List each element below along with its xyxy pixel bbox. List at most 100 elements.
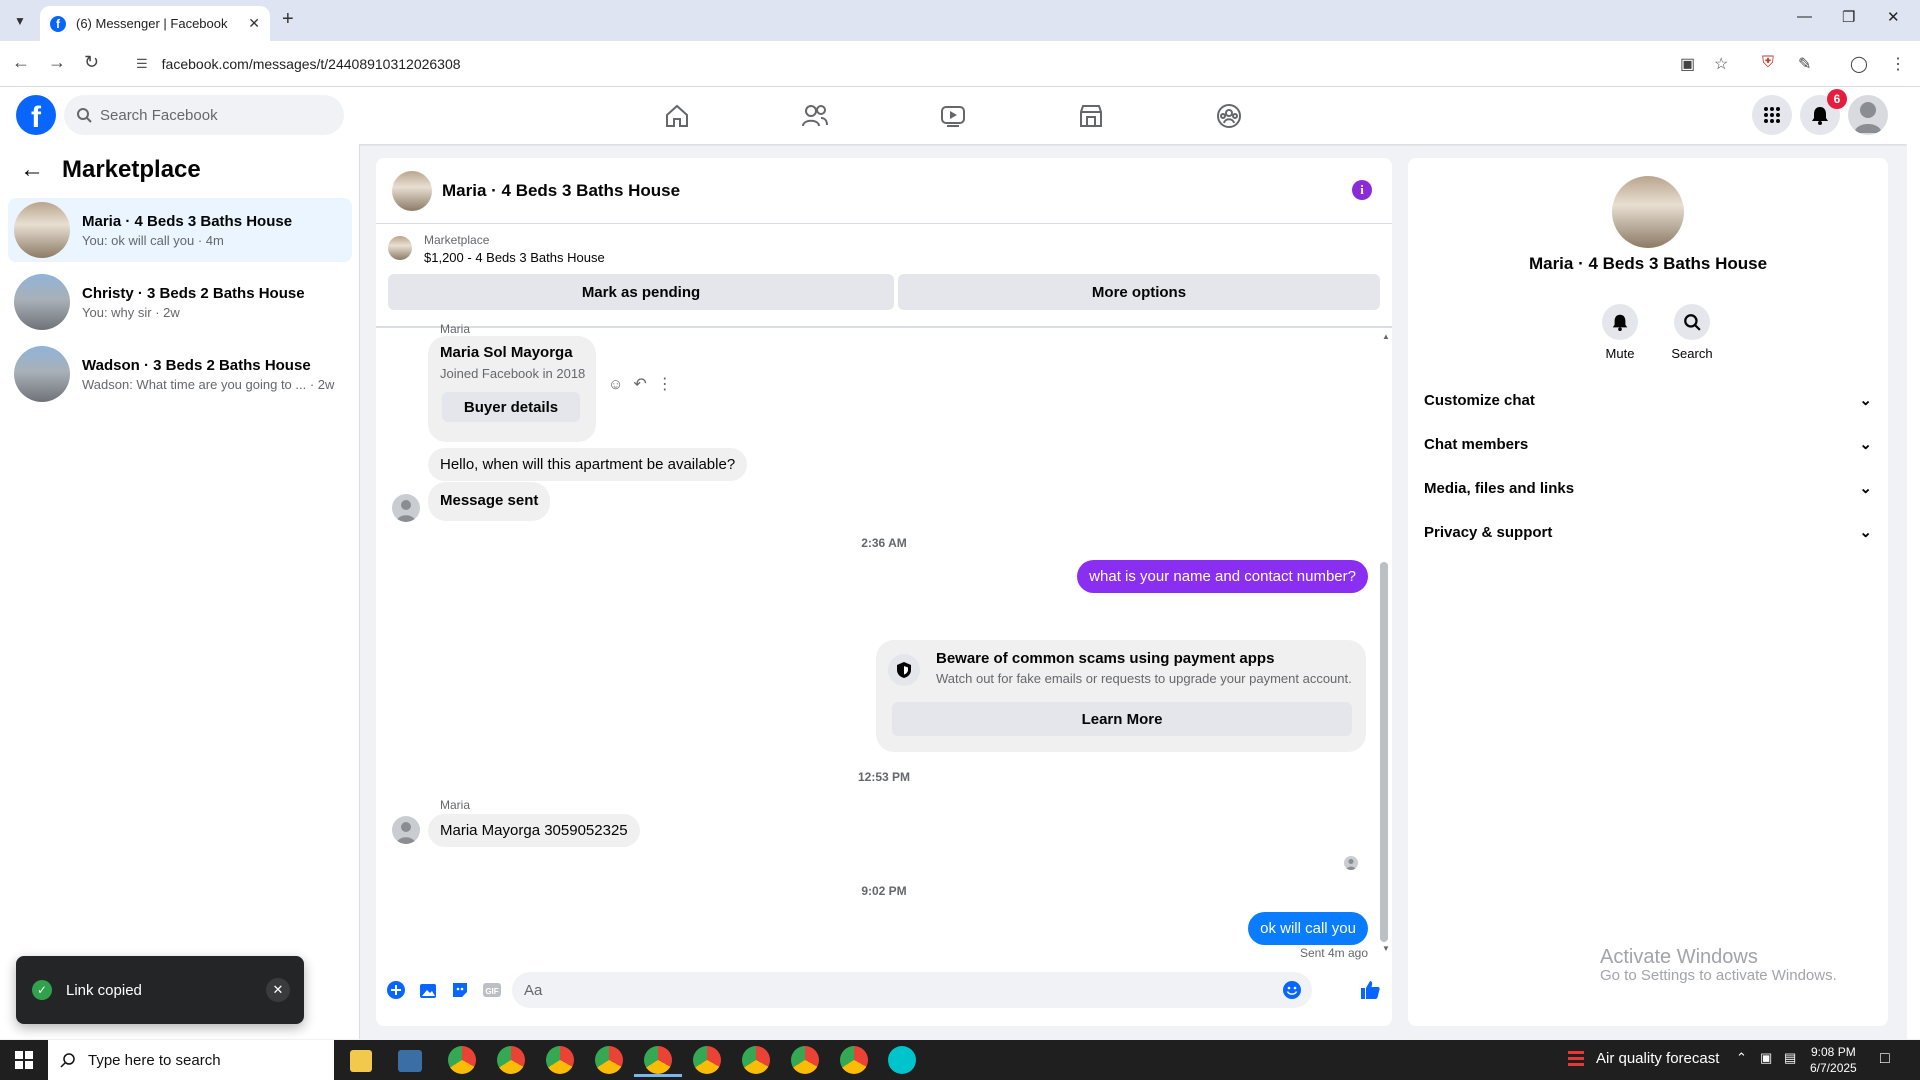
activate-windows-watermark: Activate Windows Go to Settings to activ… xyxy=(1600,946,1837,985)
weather-text[interactable]: Air quality forecast xyxy=(1596,1050,1719,1067)
file-explorer-app-icon[interactable] xyxy=(398,1050,422,1072)
windows-start-icon[interactable] xyxy=(0,1040,48,1080)
taskbar-clock[interactable]: 9:08 PM 6/7/2025 xyxy=(1810,1044,1857,1076)
listing-price[interactable]: $1,200 - 4 Beds 3 Baths House xyxy=(424,250,605,265)
listing-thumbnail xyxy=(14,274,70,330)
marketplace-icon[interactable] xyxy=(1076,101,1106,131)
search-conversation-button[interactable]: Search xyxy=(1662,304,1722,361)
mute-button[interactable]: Mute xyxy=(1590,304,1650,361)
shield-icon xyxy=(888,654,920,686)
facebook-search-input[interactable]: Search Facebook xyxy=(64,95,344,135)
incoming-message: Hello, when will this apartment be avail… xyxy=(428,448,748,481)
ublock-extension-icon[interactable]: ⛨ xyxy=(1762,54,1774,72)
conversation-item-wadson[interactable]: Wadson · 3 Beds 2 Baths House Wadson: Wh… xyxy=(8,342,352,406)
video-icon[interactable] xyxy=(938,101,968,131)
chat-header: Maria · 4 Beds 3 Baths House i xyxy=(376,158,1392,224)
chrome-app-icon[interactable] xyxy=(791,1046,819,1074)
groups-icon[interactable] xyxy=(1214,101,1244,131)
thumbs-up-icon[interactable] xyxy=(1358,978,1382,1002)
friends-icon[interactable] xyxy=(800,101,830,131)
notification-center-icon[interactable]: □ xyxy=(1880,1050,1890,1068)
install-app-icon[interactable]: ▣ xyxy=(1680,54,1695,74)
facebook-logo-icon[interactable]: f xyxy=(16,95,56,135)
chat-members-section[interactable]: Chat members ⌄ xyxy=(1424,426,1876,462)
chevron-down-icon: ⌄ xyxy=(1859,480,1872,497)
browser-tab-messenger[interactable]: f (6) Messenger | Facebook ✕ xyxy=(40,6,270,41)
chrome-app-icon[interactable] xyxy=(546,1046,574,1074)
chrome-app-icon[interactable] xyxy=(595,1046,623,1074)
conversation-snippet: You: why sir · 2w xyxy=(82,304,180,320)
conversation-item-christy[interactable]: Christy · 3 Beds 2 Baths House You: why … xyxy=(8,270,352,334)
chrome-app-icon[interactable] xyxy=(840,1046,868,1074)
chevron-down-icon: ⌄ xyxy=(1859,392,1872,409)
forward-icon[interactable]: → xyxy=(48,52,66,73)
conversation-name: Wadson · 3 Beds 2 Baths House xyxy=(82,356,311,374)
tab-list-icon[interactable]: ▼ xyxy=(8,9,32,33)
reply-icon[interactable]: ↶ xyxy=(633,374,646,394)
home-icon[interactable] xyxy=(662,101,692,131)
device-icon[interactable]: ▣ xyxy=(1760,1050,1772,1066)
gif-icon[interactable]: GIF xyxy=(480,978,504,1002)
canva-app-icon[interactable] xyxy=(888,1046,916,1074)
windows-taskbar: Type here to search Air quality forecast… xyxy=(0,1040,1920,1080)
taskbar-search-input[interactable]: Type here to search xyxy=(48,1040,334,1080)
restore-icon[interactable]: ❐ xyxy=(1842,8,1855,26)
bookmark-star-icon[interactable]: ☆ xyxy=(1714,54,1728,74)
profile-icon[interactable]: ◯ xyxy=(1850,54,1868,74)
weather-icon xyxy=(1566,1048,1586,1073)
back-arrow-icon[interactable]: ← xyxy=(20,156,44,184)
buyer-details-button[interactable]: Buyer details xyxy=(442,392,580,422)
customize-chat-section[interactable]: Customize chat ⌄ xyxy=(1424,382,1876,418)
close-tab-icon[interactable]: ✕ xyxy=(248,15,260,32)
media-files-links-section[interactable]: Media, files and links ⌄ xyxy=(1424,470,1876,506)
conversation-name: Christy · 3 Beds 2 Baths House xyxy=(82,284,305,302)
message-scrollbar[interactable]: ▲ ▼ xyxy=(1380,332,1390,953)
emoji-picker-icon[interactable] xyxy=(1282,980,1302,1004)
sender-avatar xyxy=(392,816,420,844)
chrome-app-icon[interactable] xyxy=(497,1046,525,1074)
page-scrollbar[interactable] xyxy=(1907,87,1920,1039)
close-window-icon[interactable]: ✕ xyxy=(1887,8,1900,26)
learn-more-button[interactable]: Learn More xyxy=(892,702,1352,736)
message-input[interactable]: Aa xyxy=(512,972,1312,1008)
menu-grid-icon[interactable] xyxy=(1752,95,1792,135)
chrome-app-icon-active[interactable] xyxy=(634,1046,682,1077)
chat-listing-thumbnail[interactable] xyxy=(392,170,432,211)
sticker-icon[interactable] xyxy=(448,978,472,1002)
url-bar[interactable]: ☰ facebook.com/messages/t/24408910312026… xyxy=(122,47,1742,81)
browser-menu-icon[interactable]: ⋮ xyxy=(1890,54,1906,74)
scam-warning-card: Beware of common scams using payment app… xyxy=(876,640,1366,752)
network-icon[interactable]: ▤ xyxy=(1784,1050,1796,1066)
more-actions-icon[interactable]: ⋮ xyxy=(657,374,673,394)
chrome-app-icon[interactable] xyxy=(693,1046,721,1074)
chrome-app-icon[interactable] xyxy=(448,1046,476,1074)
react-emoji-icon[interactable]: ☺ xyxy=(608,376,623,393)
new-tab-icon[interactable]: + xyxy=(282,8,294,31)
show-hidden-icons-icon[interactable]: ⌃ xyxy=(1736,1050,1747,1066)
facebook-top-nav: f Search Facebook 6 xyxy=(0,87,1907,144)
conversation-info-icon[interactable]: i xyxy=(1352,180,1372,200)
search-label: Search xyxy=(1671,346,1713,361)
listing-avatar xyxy=(1612,176,1684,248)
mark-as-pending-button[interactable]: Mark as pending xyxy=(388,274,894,310)
site-info-icon[interactable]: ☰ xyxy=(136,56,148,72)
close-toast-icon[interactable]: ✕ xyxy=(266,978,290,1002)
more-options-button[interactable]: More options xyxy=(898,274,1380,310)
outgoing-message: ok will call you xyxy=(1248,912,1368,945)
conversation-snippet: You: ok will call you · 4m xyxy=(82,232,224,248)
sticky-notes-app-icon[interactable] xyxy=(350,1050,372,1072)
url-text: facebook.com/messages/t/2440891031202630… xyxy=(161,56,461,72)
privacy-support-section[interactable]: Privacy & support ⌄ xyxy=(1424,514,1876,550)
attach-photo-icon[interactable] xyxy=(416,978,440,1002)
chrome-app-icon[interactable] xyxy=(742,1046,770,1074)
chat-title[interactable]: Maria · 4 Beds 3 Baths House xyxy=(442,181,680,201)
listing-thumbnail xyxy=(14,346,70,402)
conversation-item-maria[interactable]: Maria · 4 Beds 3 Baths House You: ok wil… xyxy=(8,198,352,262)
back-icon[interactable]: ← xyxy=(12,52,30,73)
minimize-icon[interactable]: — xyxy=(1797,8,1812,25)
reload-icon[interactable]: ↻ xyxy=(84,52,99,73)
add-more-icon[interactable] xyxy=(384,978,408,1002)
account-avatar[interactable] xyxy=(1848,95,1888,135)
extensions-icon[interactable]: ✎ xyxy=(1798,54,1811,74)
listing-label: Marketplace xyxy=(424,233,490,247)
